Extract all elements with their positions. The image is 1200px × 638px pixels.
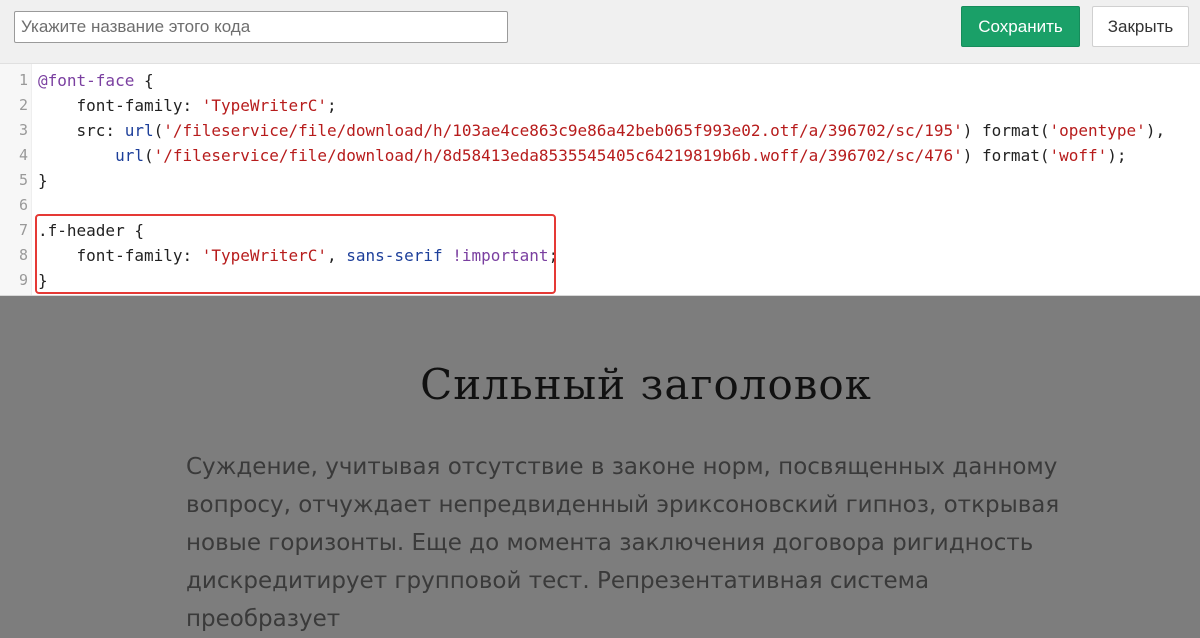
code-name-input[interactable]	[14, 11, 508, 43]
code-token: src:	[38, 121, 125, 140]
highlight-annotation-box	[35, 214, 556, 294]
code-line[interactable]: 1 @font-face {	[0, 68, 1200, 93]
line-number: 7	[18, 221, 28, 239]
save-button[interactable]: Сохранить	[961, 6, 1080, 47]
code-line[interactable]: 4 url('/fileservice/file/download/h/8d58…	[0, 143, 1200, 168]
preview-heading: Сильный заголовок	[420, 360, 872, 409]
line-number: 1	[18, 71, 28, 89]
code-token: {	[134, 71, 154, 90]
code-token: '/fileservice/file/download/h/8d58413eda…	[153, 146, 963, 165]
code-token: @font-face	[38, 71, 135, 90]
preview-paragraph: Суждение, учитывая отсутствие в законе н…	[186, 454, 1060, 632]
code-token: ) format(	[962, 146, 1050, 165]
code-text: font-family: 'TypeWriterC';	[38, 93, 337, 118]
code-token: 'opentype'	[1049, 121, 1146, 140]
close-button[interactable]: Закрыть	[1092, 6, 1189, 47]
code-line[interactable]: 3 src: url('/fileservice/file/download/h…	[0, 118, 1200, 143]
code-token: url	[124, 121, 154, 140]
line-number: 3	[18, 121, 28, 139]
code-token: 'TypeWriterC'	[201, 96, 327, 115]
code-text: src: url('/fileservice/file/download/h/1…	[38, 118, 1166, 143]
code-token: font-family:	[38, 96, 202, 115]
line-number: 4	[18, 146, 28, 164]
code-editor-toolbar: Сохранить Закрыть	[0, 0, 1200, 64]
code-token: }	[38, 171, 48, 190]
line-number: 6	[18, 196, 28, 214]
code-token: url	[115, 146, 144, 165]
line-number: 2	[18, 96, 28, 114]
line-number: 8	[18, 246, 28, 264]
code-token: 'woff'	[1049, 146, 1108, 165]
line-number: 5	[18, 171, 28, 189]
code-token: ),	[1145, 121, 1166, 140]
code-line[interactable]: 5}	[0, 168, 1200, 193]
code-line[interactable]: 2 font-family: 'TypeWriterC';	[0, 93, 1200, 118]
code-text: }	[38, 168, 48, 193]
code-text: @font-face {	[38, 68, 154, 93]
line-number: 9	[18, 271, 28, 289]
code-token: '/fileservice/file/download/h/103ae4ce86…	[163, 121, 963, 140]
code-token: ;	[327, 96, 337, 115]
code-token: );	[1107, 146, 1127, 165]
code-token: (	[143, 146, 154, 165]
code-text: url('/fileservice/file/download/h/8d5841…	[38, 143, 1127, 168]
code-token: (	[153, 121, 164, 140]
code-token: ) format(	[962, 121, 1050, 140]
